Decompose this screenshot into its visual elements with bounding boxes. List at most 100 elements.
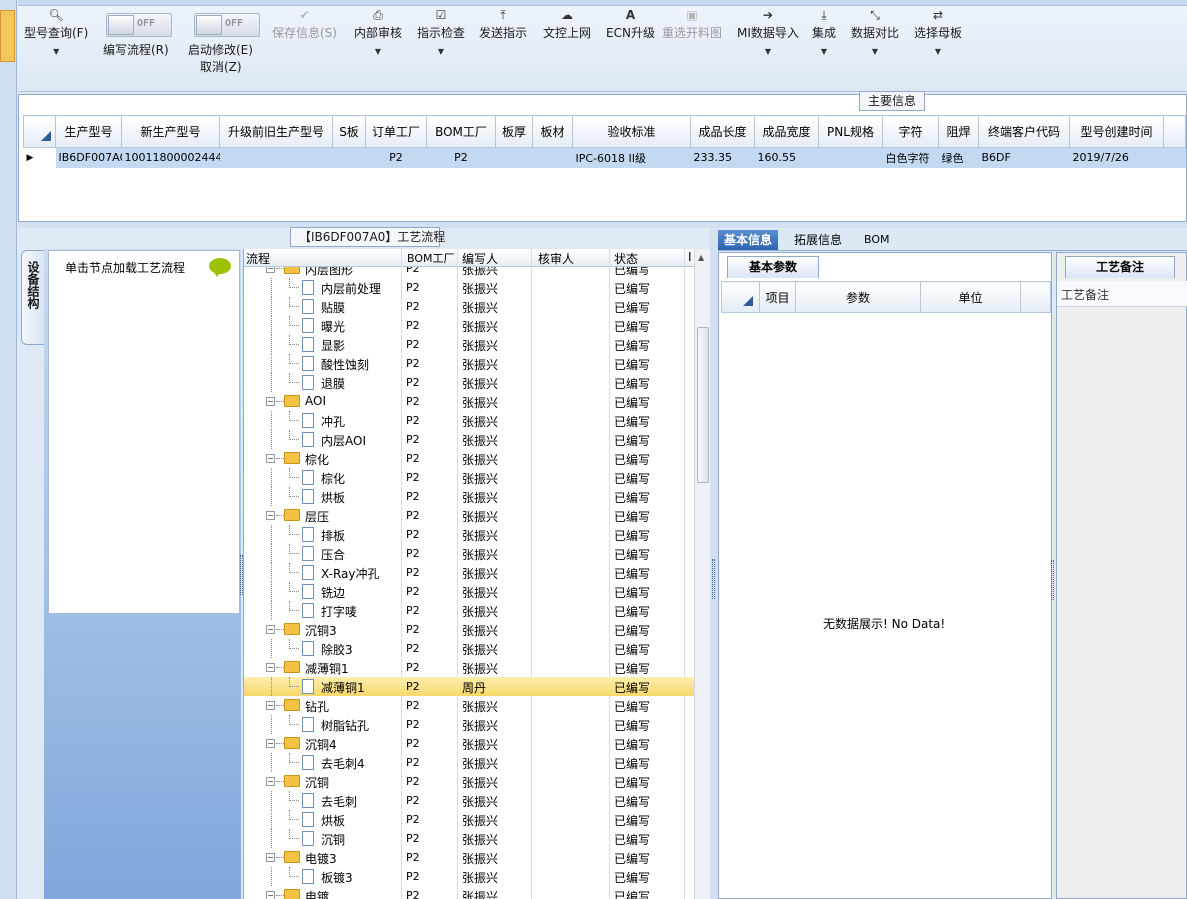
column-header[interactable]: 生产型号 <box>55 115 122 148</box>
tree-row[interactable]: 减薄铜1 P2 周丹 已编写 <box>244 677 694 696</box>
splitter-grip[interactable] <box>712 559 715 599</box>
tree-row[interactable]: 显影 P2 张振兴 已编写 <box>244 335 694 354</box>
tree-row[interactable]: − 减薄铜1 P2 张振兴 已编写 <box>244 658 694 677</box>
collapse-icon[interactable]: − <box>266 891 275 899</box>
column-header[interactable]: 编写人 <box>462 250 498 267</box>
column-header[interactable]: PNL规格 <box>818 115 883 148</box>
table-cell[interactable] <box>219 147 333 168</box>
table-cell[interactable]: 233.35 <box>690 147 755 168</box>
tree-row[interactable]: 排板 P2 张振兴 已编写 <box>244 525 694 544</box>
tree-row[interactable]: − 电镀 P2 张振兴 已编写 <box>244 886 694 899</box>
tab-bom[interactable]: BOM <box>858 230 896 250</box>
reselect-cut-button[interactable]: ▣ 重选开料图 <box>662 6 722 41</box>
device-structure-tab[interactable]: 设备结构 <box>21 250 45 345</box>
tree-row[interactable]: 内层AOI P2 张振兴 已编写 <box>244 430 694 449</box>
collapse-icon[interactable]: − <box>266 853 275 862</box>
table-cell[interactable]: 白色字符 <box>882 147 939 168</box>
cancel-button[interactable]: 取消(Z) <box>200 58 242 75</box>
column-header[interactable]: 字符 <box>882 115 939 148</box>
tree-row[interactable]: − 棕化 P2 张振兴 已编写 <box>244 449 694 468</box>
splitter-grip[interactable] <box>1051 560 1054 600</box>
column-header-param[interactable]: 参数 <box>795 281 921 313</box>
send-instruction-button[interactable]: ⤒ 发送指示 <box>479 6 527 41</box>
tree-row[interactable]: − 钻孔 P2 张振兴 已编写 <box>244 696 694 715</box>
tree-row[interactable]: 冲孔 P2 张振兴 已编写 <box>244 411 694 430</box>
table-cell[interactable]: P2 <box>365 147 427 168</box>
process-remarks-tab[interactable]: 工艺备注 <box>1065 256 1175 278</box>
chevron-down-icon[interactable]: ▼ <box>354 47 402 56</box>
process-flow-tab[interactable]: 【IB6DF007A0】工艺流程 <box>290 227 445 247</box>
process-remarks-field[interactable]: 工艺备注 <box>1057 281 1187 307</box>
column-header-unit[interactable]: 单位 <box>920 281 1021 313</box>
column-header[interactable]: 板材 <box>532 115 573 148</box>
tree-row[interactable]: 树脂钻孔 P2 张振兴 已编写 <box>244 715 694 734</box>
tree-row[interactable]: 退膜 P2 张振兴 已编写 <box>244 373 694 392</box>
write-flow-toggle[interactable]: OFF <box>106 13 172 37</box>
tree-row[interactable]: − 沉铜4 P2 张振兴 已编写 <box>244 734 694 753</box>
column-header[interactable]: 流程 <box>246 250 270 267</box>
collapse-icon[interactable]: − <box>266 454 275 463</box>
table-cell[interactable]: 160.55 <box>754 147 819 168</box>
column-header[interactable]: 阻焊 <box>938 115 979 148</box>
row-select-header[interactable] <box>721 281 760 313</box>
collapse-icon[interactable]: − <box>266 701 275 710</box>
collapse-icon[interactable]: − <box>266 267 275 273</box>
table-cell[interactable]: IPC-6018 II级 <box>572 147 691 168</box>
tree-row[interactable]: 板镀3 P2 张振兴 已编写 <box>244 867 694 886</box>
column-header[interactable]: 成品宽度 <box>754 115 819 148</box>
tree-row[interactable]: − AOI P2 张振兴 已编写 <box>244 392 694 411</box>
column-header[interactable]: 订单工厂 <box>365 115 427 148</box>
column-header[interactable]: BOM工厂 <box>407 250 455 266</box>
enable-modify-toggle[interactable]: OFF <box>194 13 260 37</box>
chevron-down-icon[interactable]: ▼ <box>737 47 799 56</box>
column-header[interactable]: 成品长度 <box>690 115 755 148</box>
column-header-item[interactable]: 项目 <box>759 281 796 313</box>
tree-row[interactable]: 曝光 P2 张振兴 已编写 <box>244 316 694 335</box>
column-header[interactable]: I <box>688 250 692 264</box>
column-header[interactable]: S板 <box>332 115 366 148</box>
main-info-tab[interactable]: 主要信息 <box>859 91 926 111</box>
column-header[interactable]: 终端客户代码 <box>978 115 1070 148</box>
tree-row[interactable]: 贴膜 P2 张振兴 已编写 <box>244 297 694 316</box>
tree-row[interactable]: − 电镀3 P2 张振兴 已编写 <box>244 848 694 867</box>
chevron-down-icon[interactable]: ▼ <box>914 47 962 56</box>
save-info-button[interactable]: ✔ 保存信息(S) <box>272 6 337 41</box>
left-collapsed-strip[interactable] <box>0 0 17 899</box>
column-header[interactable]: 新生产型号 <box>121 115 220 148</box>
tree-row[interactable]: 除胶3 P2 张振兴 已编写 <box>244 639 694 658</box>
collapse-icon[interactable]: − <box>266 739 275 748</box>
chevron-down-icon[interactable]: ▼ <box>851 47 899 56</box>
tree-row[interactable]: 去毛刺4 P2 张振兴 已编写 <box>244 753 694 772</box>
column-header[interactable]: 升级前旧生产型号 <box>219 115 333 148</box>
tree-row[interactable]: 棕化 P2 张振兴 已编写 <box>244 468 694 487</box>
mi-import-button[interactable]: ➔ MI数据导入 ▼ <box>737 6 799 56</box>
tree-row[interactable]: 酸性蚀刻 P2 张振兴 已编写 <box>244 354 694 373</box>
tree-row[interactable]: 压合 P2 张振兴 已编写 <box>244 544 694 563</box>
integrate-button[interactable]: ⤓ 集成 ▼ <box>812 6 836 56</box>
model-query-button[interactable]: 🔍︎ 型号查询(F) ▼ <box>24 6 88 56</box>
collapse-icon[interactable]: − <box>266 511 275 520</box>
tree-row[interactable]: − 内层图形 P2 张振兴 已编写 <box>244 267 694 278</box>
scroll-up-icon[interactable]: ▲ <box>698 253 704 262</box>
column-header[interactable]: 验收标准 <box>572 115 691 148</box>
tab-basic-info[interactable]: 基本信息 <box>718 230 779 250</box>
column-header[interactable]: 型号创建时间 <box>1069 115 1164 148</box>
table-row[interactable]: ▶ IB6DF007A0 10011800002444 P2 P2 IPC-6018 II… <box>23 147 1186 168</box>
table-cell[interactable] <box>332 147 366 168</box>
tree-row[interactable]: 打字唛 P2 张振兴 已编写 <box>244 601 694 620</box>
column-header[interactable]: 核审人 <box>538 250 574 267</box>
column-header[interactable]: 状态 <box>614 250 638 267</box>
basic-params-tab[interactable]: 基本参数 <box>727 256 819 278</box>
ecn-upgrade-button[interactable]: A ECN升级 <box>606 6 655 41</box>
vertical-splitter[interactable] <box>710 229 718 899</box>
tree-row[interactable]: 内层前处理 P2 张振兴 已编写 <box>244 278 694 297</box>
tree-row[interactable]: 沉铜 P2 张振兴 已编写 <box>244 829 694 848</box>
horizontal-splitter[interactable] <box>18 222 1187 228</box>
data-compare-button[interactable]: ⤡ 数据对比 ▼ <box>851 6 899 56</box>
table-cell[interactable] <box>532 147 573 168</box>
column-header[interactable]: 板厚 <box>495 115 533 148</box>
click-node-panel[interactable]: 单击节点加载工艺流程 <box>48 250 240 614</box>
upload-doc-button[interactable]: ☁ 文控上网 <box>543 6 591 41</box>
table-cell[interactable] <box>495 147 533 168</box>
tree-row[interactable]: − 沉铜 P2 张振兴 已编写 <box>244 772 694 791</box>
